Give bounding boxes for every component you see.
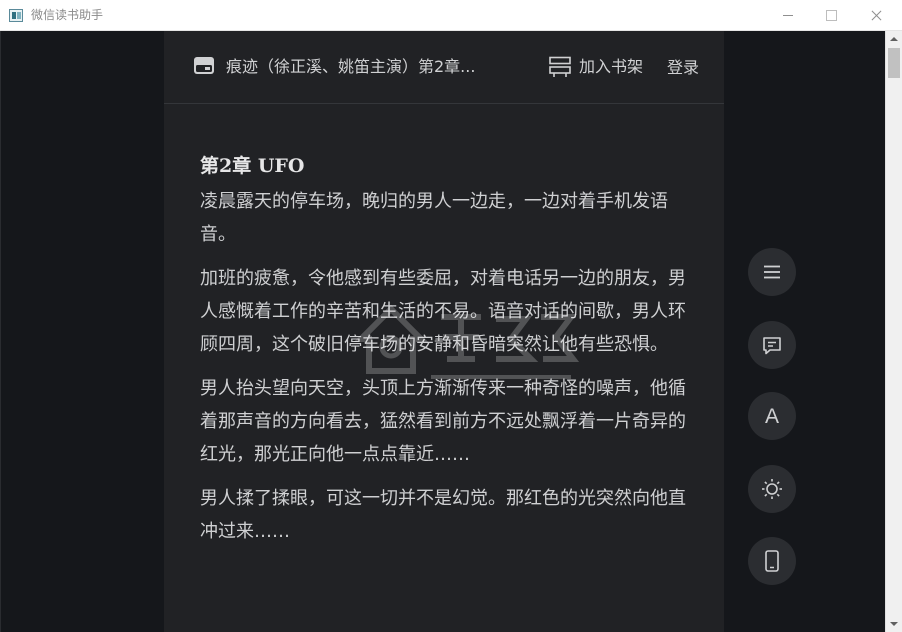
app-icon <box>9 9 23 22</box>
comment-icon <box>763 336 781 354</box>
paragraph: 男人揉了揉眼，可这一切并不是幻觉。那红色的光突然向他直冲过来…… <box>200 488 686 542</box>
paragraph: 加班的疲惫，令他感到有些委屈，对着电话另一边的朋友，男人感慨着工作的辛苦和生活的… <box>200 268 686 355</box>
reader-header: 痕迹（徐正溪、姚笛主演）第2章... 加入书架 登录 <box>164 31 724 104</box>
bookshelf-add-icon <box>549 56 571 77</box>
page-viewport: 痕迹（徐正溪、姚笛主演）第2章... 加入书架 登录 第2章 UFO 凌晨露天的… <box>0 31 885 632</box>
maximize-icon[interactable] <box>812 0 848 31</box>
vertical-scrollbar[interactable] <box>885 31 902 632</box>
brightness-icon <box>762 479 782 499</box>
scroll-down-arrow-icon[interactable] <box>886 616 902 632</box>
minimize-icon[interactable] <box>770 0 806 31</box>
window-titlebar: 微信读书助手 <box>0 0 902 31</box>
menu-icon <box>764 265 780 279</box>
phone-icon <box>765 550 779 572</box>
device-view-button[interactable] <box>748 537 796 585</box>
window-title: 微信读书助手 <box>31 8 104 22</box>
font-settings-button[interactable]: A <box>748 392 796 440</box>
book-title[interactable]: 痕迹（徐正溪、姚笛主演）第2章... <box>226 56 475 78</box>
login-button[interactable]: 登录 <box>667 57 699 79</box>
close-icon[interactable] <box>858 0 894 31</box>
paragraph: 凌晨露天的停车场，晚归的男人一边走，一边对着手机发语音。 <box>200 191 668 245</box>
scrollbar-thumb[interactable] <box>888 48 900 78</box>
add-to-shelf-label: 加入书架 <box>579 57 644 76</box>
scroll-up-arrow-icon[interactable] <box>886 31 902 47</box>
menu-button[interactable] <box>748 248 796 296</box>
reader-panel: 痕迹（徐正溪、姚笛主演）第2章... 加入书架 登录 第2章 UFO 凌晨露天的… <box>164 31 724 632</box>
add-to-shelf-button[interactable]: 加入书架 <box>548 55 643 79</box>
font-size-label: A <box>764 404 779 428</box>
chapter-title: 第2章 UFO <box>200 155 305 177</box>
notes-button[interactable] <box>748 321 796 369</box>
paragraph: 男人抬头望向天空，头顶上方渐渐传来一种奇怪的噪声，他循着那声音的方向看去，猛然看… <box>200 378 686 465</box>
theme-toggle-button[interactable] <box>748 465 796 513</box>
book-icon <box>194 57 214 74</box>
chapter-content: 第2章 UFO 凌晨露天的停车场，晚归的男人一边走，一边对着手机发语音。 加班的… <box>200 149 695 559</box>
